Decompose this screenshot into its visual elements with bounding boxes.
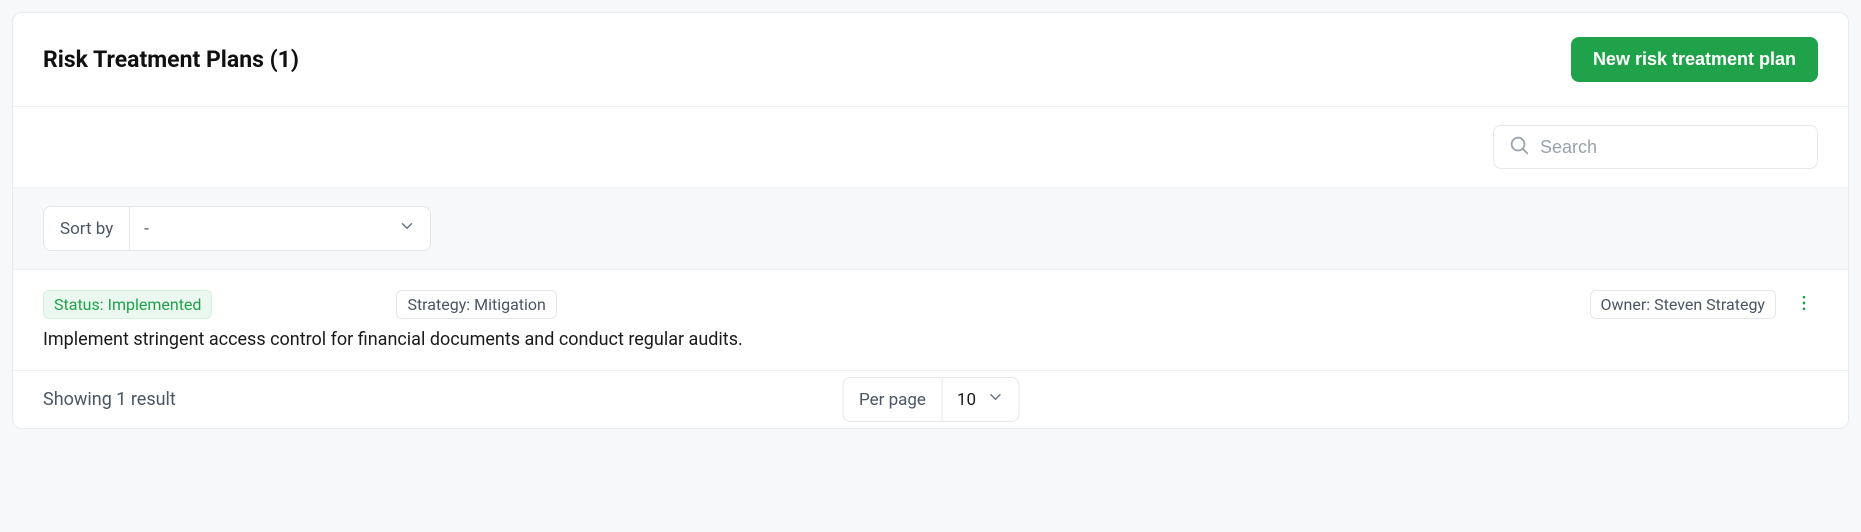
strategy-badge: Strategy: Mitigation [396, 290, 556, 319]
results-count-text: Showing 1 result [43, 389, 176, 410]
sort-by-value: - [144, 219, 149, 239]
treatment-plan-tags: Status: Implemented Strategy: Mitigation… [43, 290, 1818, 319]
new-risk-treatment-plan-button[interactable]: New risk treatment plan [1571, 37, 1818, 82]
chevron-down-icon [986, 388, 1004, 411]
risk-treatment-card: Risk Treatment Plans (1) New risk treatm… [12, 12, 1849, 429]
owner-badge: Owner: Steven Strategy [1590, 290, 1777, 319]
sort-by-label: Sort by [44, 207, 130, 250]
search-icon [1508, 134, 1540, 160]
sort-by-select[interactable]: - [130, 207, 430, 250]
treatment-plan-description: Implement stringent access control for f… [43, 329, 1818, 350]
search-input[interactable] [1540, 137, 1803, 158]
per-page-control: Per page 10 [842, 377, 1019, 422]
per-page-label: Per page [843, 378, 943, 421]
kebab-icon [1794, 293, 1814, 317]
chevron-down-icon [398, 217, 416, 240]
search-field-wrap[interactable] [1493, 125, 1818, 169]
card-title: Risk Treatment Plans (1) [43, 46, 299, 73]
per-page-select[interactable]: 10 [943, 378, 1018, 421]
search-row [13, 107, 1848, 188]
sort-row: Sort by - [13, 188, 1848, 270]
per-page-value: 10 [957, 390, 976, 410]
sort-control: Sort by - [43, 206, 431, 251]
status-badge: Status: Implemented [43, 290, 212, 319]
treatment-plan-row: Status: Implemented Strategy: Mitigation… [13, 270, 1848, 371]
card-footer: Showing 1 result Per page 10 [13, 371, 1848, 428]
row-actions-menu-button[interactable] [1790, 291, 1818, 319]
card-header: Risk Treatment Plans (1) New risk treatm… [13, 13, 1848, 107]
